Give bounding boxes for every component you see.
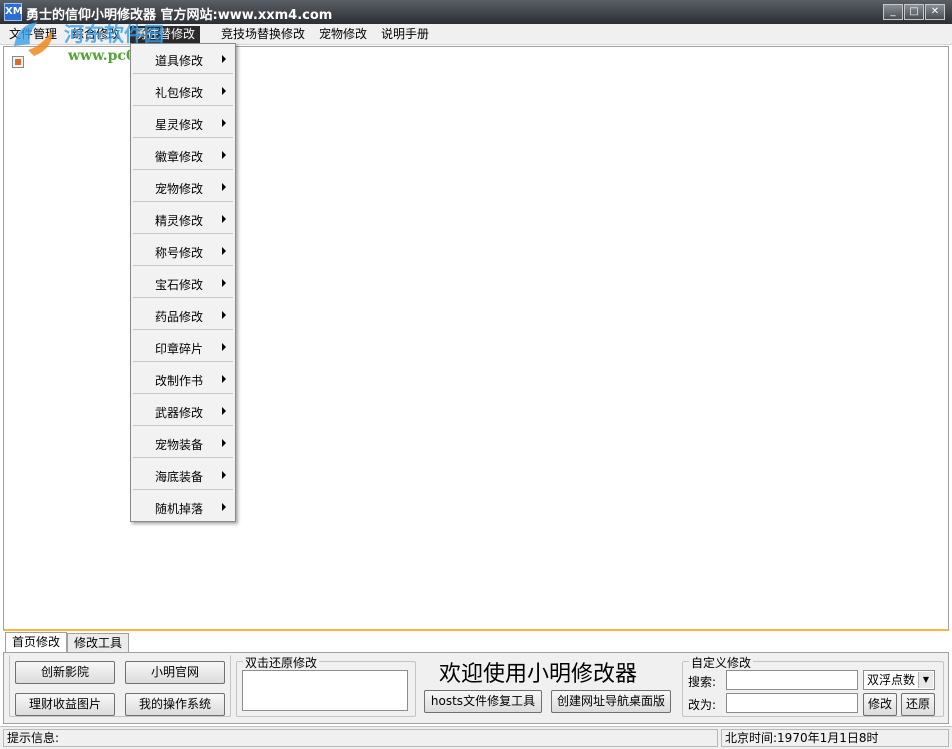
tab-home-modify[interactable]: 首页修改 bbox=[5, 632, 68, 653]
menu-general-modify[interactable]: 综合修改 bbox=[67, 26, 125, 43]
dropdown-item-elf[interactable]: 精灵修改 bbox=[133, 204, 233, 234]
dropdown-item-label: 随机掉落 bbox=[155, 502, 204, 516]
change-label: 改为: bbox=[688, 698, 717, 712]
submenu-arrow-icon bbox=[222, 471, 226, 479]
title-bar: XM 勇士的信仰小明修改器 官方网站:www.xxm4.com _ □ ✕ bbox=[0, 0, 952, 24]
dropdown-item-label: 星灵修改 bbox=[155, 118, 204, 132]
minimize-button[interactable]: _ bbox=[883, 4, 903, 20]
dropdown-item-pet-equipment[interactable]: 宠物装备 bbox=[133, 428, 233, 458]
submenu-arrow-icon bbox=[222, 119, 226, 127]
dropdown-item-gift-pack[interactable]: 礼包修改 bbox=[133, 76, 233, 106]
beijing-time: 北京时间:1970年1月1日8时 bbox=[721, 729, 949, 747]
value-type-selected: 双浮点数 bbox=[867, 673, 916, 687]
menu-bar: 文件管理 综合修改 勇往替修改 竞技场替换修改 宠物修改 说明手册 bbox=[0, 24, 952, 45]
dropdown-item-gem[interactable]: 宝石修改 bbox=[133, 268, 233, 298]
welcome-text: 欢迎使用小明修改器 bbox=[439, 662, 638, 687]
tab-modify-tools[interactable]: 修改工具 bbox=[67, 633, 130, 653]
submenu-arrow-icon bbox=[222, 439, 226, 447]
dropdown-item-label: 武器修改 bbox=[155, 406, 204, 420]
window-title: 勇士的信仰小明修改器 官方网站:www.xxm4.com bbox=[26, 8, 333, 23]
hint-info: 提示信息: bbox=[3, 729, 718, 747]
dropdown-item-label: 药品修改 bbox=[155, 310, 204, 324]
value-type-select[interactable]: 双浮点数 ▼ bbox=[863, 670, 935, 690]
menu-pet-modify[interactable]: 宠物修改 bbox=[314, 26, 372, 43]
maximize-icon: □ bbox=[909, 6, 919, 17]
dropdown-item-label: 礼包修改 bbox=[155, 86, 204, 100]
dropdown-item-seal-fragment[interactable]: 印章碎片 bbox=[133, 332, 233, 362]
submenu-arrow-icon bbox=[222, 407, 226, 415]
maximize-button[interactable]: □ bbox=[904, 4, 924, 20]
create-nav-desktop-button[interactable]: 创建网址导航桌面版 bbox=[551, 690, 671, 713]
custom-modify-group-label: 自定义修改 bbox=[689, 654, 754, 671]
dropdown-item-random-drop[interactable]: 随机掉落 bbox=[133, 492, 233, 522]
submenu-arrow-icon bbox=[222, 151, 226, 159]
dropdown-item-seabed-equipment[interactable]: 海底装备 bbox=[133, 460, 233, 490]
restore-list[interactable] bbox=[242, 670, 408, 711]
dropdown-item-label: 道具修改 bbox=[155, 54, 204, 68]
close-icon: ✕ bbox=[930, 6, 940, 17]
app-icon: XM bbox=[4, 3, 23, 21]
tree-node-icon[interactable] bbox=[12, 56, 24, 68]
restore-button[interactable]: 还原 bbox=[901, 693, 935, 716]
my-os-button[interactable]: 我的操作系统 bbox=[125, 693, 225, 716]
bottom-panel: 创新影院 小明官网 理财收益图片 我的操作系统 双击还原修改 欢迎使用小明修改器… bbox=[3, 652, 949, 724]
dropdown-item-label: 宠物修改 bbox=[155, 182, 204, 196]
submenu-arrow-icon bbox=[222, 247, 226, 255]
modify-button[interactable]: 修改 bbox=[863, 693, 897, 716]
submenu-arrow-icon bbox=[222, 87, 226, 95]
submenu-arrow-icon bbox=[222, 55, 226, 63]
menu-arena-replace-modify[interactable]: 竞技场替换修改 bbox=[216, 26, 310, 43]
submenu-arrow-icon bbox=[222, 279, 226, 287]
restore-group-label: 双击还原修改 bbox=[243, 654, 320, 671]
tab-strip: 首页修改 修改工具 bbox=[3, 632, 949, 653]
submenu-arrow-icon bbox=[222, 503, 226, 511]
dropdown-item-pet[interactable]: 宠物修改 bbox=[133, 172, 233, 202]
dropdown-item-label: 海底装备 bbox=[155, 470, 204, 484]
dropdown-item-label: 徽章修改 bbox=[155, 150, 204, 164]
menu-file-management[interactable]: 文件管理 bbox=[4, 26, 62, 43]
finance-image-button[interactable]: 理财收益图片 bbox=[15, 693, 115, 716]
close-button[interactable]: ✕ bbox=[925, 4, 945, 20]
dropdown-item-label: 改制作书 bbox=[155, 374, 204, 388]
dropdown-item-label: 称号修改 bbox=[155, 246, 204, 260]
submenu-arrow-icon bbox=[222, 375, 226, 383]
status-bar: 提示信息: 北京时间:1970年1月1日8时 bbox=[0, 726, 952, 749]
dropdown-item-craft-book[interactable]: 改制作书 bbox=[133, 364, 233, 394]
minimize-icon: _ bbox=[890, 6, 896, 17]
dropdown-item-title[interactable]: 称号修改 bbox=[133, 236, 233, 266]
menu-replace-modify[interactable]: 勇往替修改 bbox=[130, 26, 201, 43]
xiaoming-site-button[interactable]: 小明官网 bbox=[125, 661, 225, 684]
dropdown-item-label: 印章碎片 bbox=[155, 342, 204, 356]
dropdown-item-label: 宠物装备 bbox=[155, 438, 204, 452]
submenu-arrow-icon bbox=[222, 343, 226, 351]
menu-manual[interactable]: 说明手册 bbox=[376, 26, 434, 43]
dropdown-item-star-spirit[interactable]: 星灵修改 bbox=[133, 108, 233, 138]
dropdown-item-label: 宝石修改 bbox=[155, 278, 204, 292]
replace-modify-dropdown: 道具修改 礼包修改 星灵修改 徽章修改 宠物修改 精灵修改 称号修改 宝石修改 … bbox=[130, 43, 236, 522]
dropdown-item-label: 精灵修改 bbox=[155, 214, 204, 228]
submenu-arrow-icon bbox=[222, 215, 226, 223]
search-label: 搜索: bbox=[688, 675, 717, 689]
dropdown-item-props[interactable]: 道具修改 bbox=[133, 44, 233, 74]
chuangxin-cinema-button[interactable]: 创新影院 bbox=[15, 661, 115, 684]
chevron-down-icon: ▼ bbox=[918, 672, 933, 688]
submenu-arrow-icon bbox=[222, 183, 226, 191]
hint-label: 提示信息: bbox=[7, 731, 60, 745]
submenu-arrow-icon bbox=[222, 311, 226, 319]
dropdown-item-badge[interactable]: 徽章修改 bbox=[133, 140, 233, 170]
dropdown-item-weapon[interactable]: 武器修改 bbox=[133, 396, 233, 426]
change-input[interactable] bbox=[726, 693, 858, 713]
dropdown-item-potion[interactable]: 药品修改 bbox=[133, 300, 233, 330]
search-input[interactable] bbox=[726, 670, 858, 690]
hosts-fix-button[interactable]: hosts文件修复工具 bbox=[424, 690, 542, 713]
